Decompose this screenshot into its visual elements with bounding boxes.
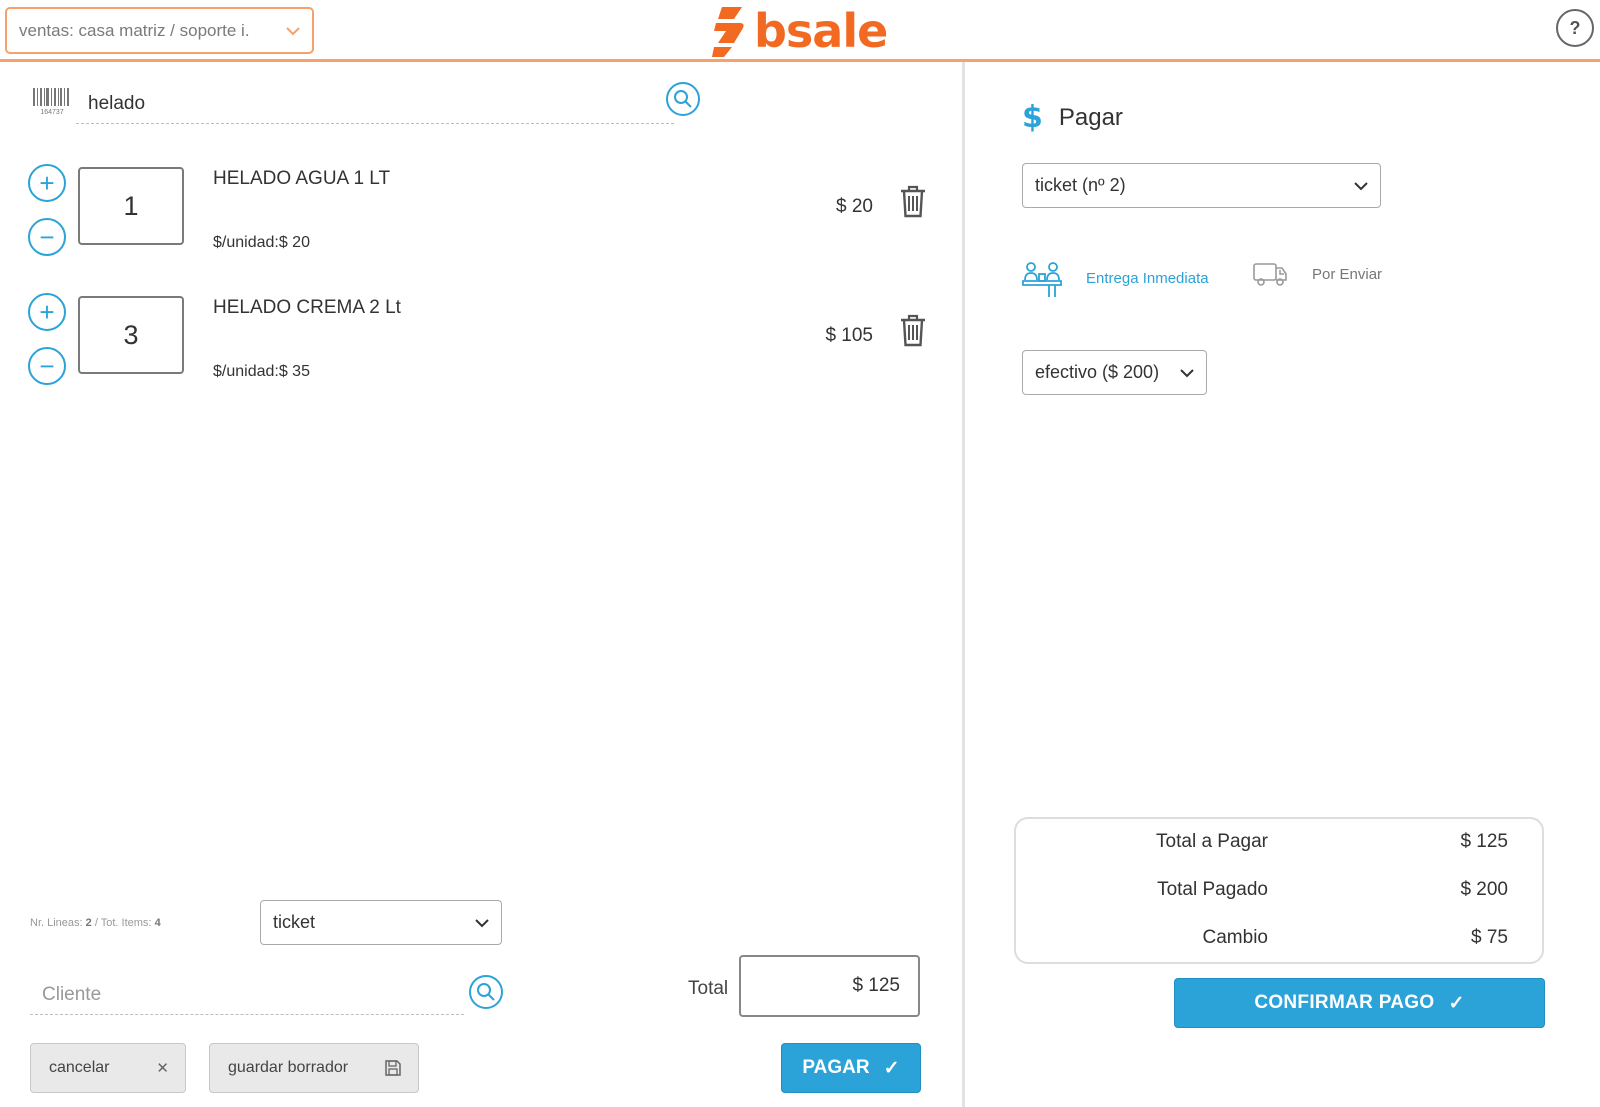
summary-value: $ 200 (1460, 879, 1508, 900)
items-count: 4 (154, 917, 161, 929)
trash-icon[interactable] (898, 313, 928, 347)
document-type-select[interactable]: ticket (260, 900, 502, 945)
bsale-logo-mark (712, 7, 744, 57)
total-label: Total (688, 978, 729, 999)
pay-button[interactable]: PAGAR ✓ (781, 1043, 921, 1093)
save-icon (385, 1060, 401, 1076)
chevron-down-icon (475, 918, 489, 927)
save-draft-button[interactable]: guardar borrador (209, 1043, 419, 1093)
summary-value: $ 125 (1460, 831, 1508, 852)
cart-item: + − 1 HELADO AGUA 1 LT $/unidad:$ 20 $ 2… (28, 164, 928, 284)
item-price: $ 105 (825, 325, 873, 346)
item-name: HELADO AGUA 1 LT (213, 168, 391, 189)
close-icon: ✕ (156, 1060, 169, 1077)
payment-summary: Total a Pagar $ 125 Total Pagado $ 200 C… (1014, 817, 1544, 964)
decrease-qty-button[interactable]: − (28, 347, 66, 385)
chevron-down-icon (1180, 368, 1194, 377)
items-label: / Tot. Items: (94, 917, 152, 929)
lines-summary: Nr. Lineas: 2 / Tot. Items: 4 (30, 917, 161, 929)
search-icon (477, 983, 495, 1001)
client-input[interactable] (30, 975, 464, 1015)
panel-divider (962, 62, 965, 1107)
dollar-icon: $ (1022, 100, 1043, 135)
payment-method-value: efectivo ($ 200) (1035, 362, 1160, 382)
check-icon: ✓ (1448, 992, 1465, 1014)
check-icon: ✓ (883, 1057, 900, 1079)
top-header: ventas: casa matriz / soporte i. bsale ? (0, 0, 1600, 62)
barcode-icon: 164737 (33, 88, 69, 115)
item-unit-price: $/unidad:$ 20 (213, 234, 310, 251)
summary-label: Total a Pagar (1156, 831, 1268, 852)
bsale-logo: bsale (712, 3, 888, 59)
payment-title: $ Pagar (1022, 100, 1123, 135)
barcode-digits: 164737 (40, 109, 63, 115)
summary-label: Total Pagado (1157, 879, 1268, 900)
lines-label: Nr. Lineas: (30, 917, 83, 929)
counter-service-icon (1022, 262, 1062, 297)
item-name: HELADO CREMA 2 Lt (213, 297, 401, 318)
trash-icon[interactable] (898, 184, 928, 218)
product-search-button[interactable] (666, 82, 700, 116)
plus-icon: + (39, 297, 55, 327)
summary-value: $ 75 (1471, 927, 1508, 948)
product-search-input[interactable] (76, 84, 674, 124)
client-search-button[interactable] (469, 975, 503, 1009)
summary-label: Cambio (1202, 927, 1268, 948)
item-price: $ 20 (836, 196, 873, 217)
save-draft-label: guardar borrador (228, 1059, 349, 1076)
branch-select[interactable]: ventas: casa matriz / soporte i. (5, 7, 314, 54)
payment-method-select[interactable]: efectivo ($ 200) (1022, 350, 1207, 395)
confirm-payment-label: CONFIRMAR PAGO (1254, 992, 1435, 1013)
payment-title-label: Pagar (1058, 103, 1123, 131)
cancel-label: cancelar (49, 1059, 110, 1076)
increase-qty-button[interactable]: + (28, 293, 66, 331)
item-unit-price: $/unidad:$ 35 (213, 363, 310, 380)
product-search-row: 164737 (32, 82, 722, 128)
decrease-qty-button[interactable]: − (28, 218, 66, 256)
branch-select-value: ventas: casa matriz / soporte i. (19, 20, 250, 40)
bsale-logo-text: bsale (754, 4, 888, 58)
minus-icon: − (39, 351, 55, 381)
search-icon (674, 90, 692, 108)
chevron-down-icon (1354, 181, 1368, 190)
delivery-ship-option[interactable]: Por Enviar (1252, 258, 1382, 290)
truck-icon (1253, 263, 1287, 286)
chevron-down-icon (286, 26, 300, 35)
total-value: $ 125 (739, 955, 920, 1017)
delivery-immediate-option[interactable]: Entrega Inmediata (1022, 258, 1209, 298)
plus-icon: + (39, 168, 55, 198)
payment-document-value: ticket (nº 2) (1035, 175, 1126, 195)
quantity-field[interactable]: 3 (78, 296, 184, 374)
delivery-ship-label: Por Enviar (1312, 265, 1383, 283)
increase-qty-button[interactable]: + (28, 164, 66, 202)
confirm-payment-button[interactable]: CONFIRMAR PAGO ✓ (1174, 978, 1545, 1028)
help-icon: ? (1569, 17, 1581, 38)
help-button[interactable]: ? (1556, 9, 1594, 47)
document-type-value: ticket (273, 912, 316, 932)
pay-label: PAGAR (802, 1057, 870, 1078)
payment-document-select[interactable]: ticket (nº 2) (1022, 163, 1381, 208)
minus-icon: − (39, 222, 55, 252)
cart-item: + − 3 HELADO CREMA 2 Lt $/unidad:$ 35 $ … (28, 293, 928, 413)
quantity-field[interactable]: 1 (78, 167, 184, 245)
lines-count: 2 (85, 917, 92, 929)
delivery-immediate-label: Entrega Inmediata (1086, 269, 1209, 287)
cancel-button[interactable]: cancelar ✕ (30, 1043, 186, 1093)
